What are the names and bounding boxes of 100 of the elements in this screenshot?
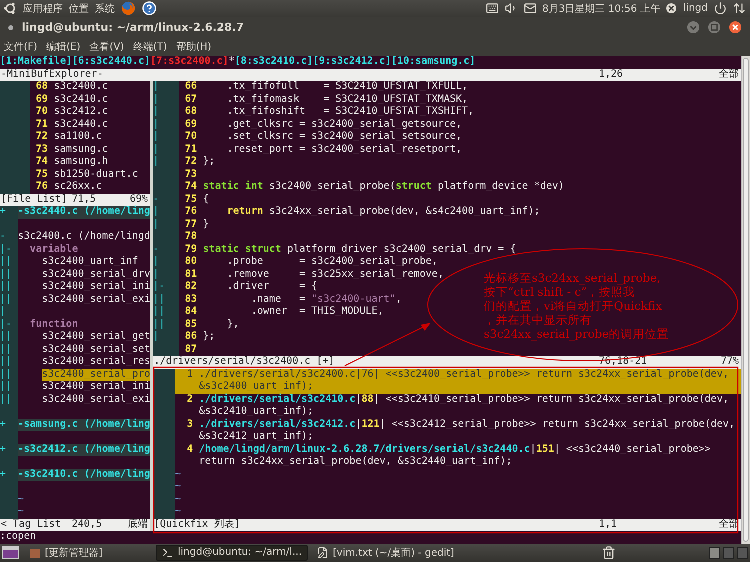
file-name[interactable]: s3c2400.c	[54, 81, 108, 94]
tag-item[interactable]: s3c2400_serial_drv	[42, 268, 150, 281]
fold-marker[interactable]: -	[0, 231, 18, 244]
tag-item[interactable]: s3c2400_serial_res	[42, 356, 150, 368]
tag-file[interactable]: -s3c2440.c (/home/ling	[18, 206, 150, 218]
tag-item[interactable]: s3c2400_serial_set	[42, 344, 150, 356]
fold-marker[interactable]: |	[153, 331, 180, 344]
command-line[interactable]: :copen	[0, 531, 741, 544]
network-icon[interactable]	[733, 2, 746, 15]
quickfix-entry[interactable]: ./drivers/serial/s3c2400.c|76| <<s3c2400_serial_probe>> return s3c24xx_serial_probe(dev, &s3c2400_uart_inf);	[199, 368, 741, 394]
menu-item[interactable]: 编辑(E)	[46, 40, 81, 54]
tag-file[interactable]: -s3c2410.c (/home/ling	[18, 468, 150, 481]
user-status-icon[interactable]	[666, 3, 678, 14]
fold-marker[interactable]: |-	[0, 244, 18, 256]
fold-marker[interactable]: ||	[0, 368, 18, 381]
fold-marker[interactable]: ||	[0, 268, 18, 281]
mail-icon[interactable]	[524, 2, 536, 15]
taskbar-item[interactable]: [更新管理器]	[23, 544, 153, 561]
menu-item[interactable]: 查看(V)	[90, 40, 124, 54]
fold-marker[interactable]: |	[153, 106, 180, 118]
workspace-icon[interactable]	[709, 546, 720, 559]
scrollbar[interactable]	[741, 56, 750, 544]
fold-marker[interactable]: ||	[0, 256, 18, 268]
fold-marker[interactable]: |	[153, 118, 180, 131]
fold-marker[interactable]: |	[153, 144, 180, 156]
fold-marker[interactable]: ||	[0, 344, 18, 356]
buffer-tab[interactable]: [8:s3c2410.c]	[234, 56, 314, 68]
fold-marker[interactable]: +	[0, 468, 18, 481]
fold-marker[interactable]: |	[153, 156, 180, 168]
fold-marker[interactable]: |	[153, 268, 180, 281]
fold-marker[interactable]: -	[153, 244, 180, 256]
menu-item[interactable]: 文件(F)	[4, 40, 38, 54]
tag-item[interactable]: s3c2400_serial_get	[42, 331, 150, 344]
browser-icon[interactable]	[121, 1, 136, 16]
file-name[interactable]: samsung.h	[54, 156, 108, 168]
fold-marker[interactable]: |	[153, 256, 180, 268]
menu-item[interactable]: 终端(T)	[133, 40, 168, 54]
fold-marker[interactable]: |	[153, 206, 180, 218]
fold-marker[interactable]: ||	[153, 318, 180, 331]
power-icon[interactable]	[714, 2, 727, 15]
buffer-tab[interactable]: [1:Makefile]	[0, 56, 72, 68]
tag-item[interactable]: s3c2400_serial_ini	[42, 281, 150, 294]
tag-item[interactable]: s3c2400_uart_inf	[42, 256, 138, 268]
window-menu-icon[interactable]	[8, 24, 14, 30]
tag-group[interactable]: variable	[30, 244, 78, 256]
fold-marker[interactable]: ||	[0, 331, 18, 344]
logo-icon[interactable]	[4, 2, 17, 15]
clock[interactable]: 8月3日星期三 10:56 上午	[542, 2, 660, 16]
fold-marker[interactable]: ||	[0, 394, 18, 406]
user-name[interactable]: lingd	[683, 3, 708, 14]
fold-marker[interactable]: +	[0, 418, 18, 431]
tag-file[interactable]: -s3c2412.c (/home/ling	[18, 444, 150, 456]
menu-item[interactable]: 帮助(H)	[176, 40, 212, 54]
buffer-tab[interactable]: [6:s3c2440.c]	[72, 56, 151, 68]
file-name[interactable]: s3c2412.c	[54, 106, 108, 118]
trash-icon[interactable]	[602, 546, 616, 560]
tag-file[interactable]: s3c2400.c (/home/lingd	[18, 231, 150, 244]
panel-menu[interactable]: 位置	[69, 2, 89, 16]
file-name[interactable]: sc26xx.c	[54, 181, 102, 194]
fold-marker[interactable]: +	[0, 206, 18, 218]
tag-item[interactable]: s3c2400_serial_pro	[42, 368, 150, 381]
scroll-thumb[interactable]	[743, 58, 749, 542]
panel-menu[interactable]: 系统	[95, 2, 115, 16]
file-name[interactable]: sb1250-duart.c	[54, 168, 138, 181]
tag-file[interactable]: -samsung.c (/home/ling	[18, 418, 150, 431]
fold-marker[interactable]: -	[153, 194, 180, 206]
maximize-icon[interactable]	[708, 21, 721, 34]
taskbar-item[interactable]: [vim.txt (~/桌面) - gedit]	[311, 544, 460, 561]
fold-marker[interactable]: |-	[0, 318, 18, 331]
volume-icon[interactable]	[504, 2, 518, 15]
keyboard-icon[interactable]	[486, 2, 498, 15]
buffer-tab[interactable]: [7:s3c2400.c]	[150, 56, 229, 68]
quickfix-entry[interactable]: /home/lingd/arm/linux-2.6.28.7/drivers/serial/s3c2440.c|151| <<s3c2440_serial_probe>> return s3c24xx_serial_probe(dev, &s3c2440_uart_inf);	[199, 444, 741, 468]
quickfix-entry[interactable]: ./drivers/serial/s3c2412.c|121| <<s3c2412_serial_probe>> return s3c24xx_serial_probe(dev, &s3c2412_uart_inf);	[199, 418, 741, 444]
help-icon[interactable]	[142, 1, 157, 16]
show-desktop-icon[interactable]	[2, 546, 20, 560]
fold-marker[interactable]: |	[153, 94, 180, 106]
fold-marker[interactable]: ||	[153, 306, 180, 318]
close-icon[interactable]	[729, 21, 742, 34]
file-name[interactable]: s3c2440.c	[54, 118, 108, 131]
fold-marker[interactable]: |	[0, 306, 18, 318]
file-name[interactable]: s3c2410.c	[54, 94, 108, 106]
quickfix-entry[interactable]: ./drivers/serial/s3c2410.c|88| <<s3c2410_serial_probe>> return s3c24xx_serial_probe(dev, &s3c2410_uart_inf);	[199, 394, 741, 418]
buffer-tab[interactable]: [10:samsung.c]	[391, 56, 476, 68]
fold-marker[interactable]: |	[153, 218, 180, 231]
tag-item[interactable]: s3c2400_serial_ini	[42, 381, 150, 394]
fold-marker[interactable]: ||	[0, 294, 18, 306]
fold-marker[interactable]: +	[0, 444, 18, 456]
buffer-tab[interactable]: [9:s3c2412.c]	[313, 56, 392, 68]
file-name[interactable]: samsung.c	[54, 144, 108, 156]
taskbar-item[interactable]: lingd@ubuntu: ~/arm/l...	[156, 544, 308, 561]
panel-menu[interactable]: 应用程序	[23, 2, 63, 16]
minimize-icon[interactable]	[687, 21, 700, 34]
file-name[interactable]: sa1100.c	[54, 131, 102, 144]
fold-marker[interactable]: ||	[0, 281, 18, 294]
fold-marker[interactable]: |	[153, 81, 180, 94]
fold-marker[interactable]: ||	[153, 294, 180, 306]
fold-marker[interactable]: ||	[0, 381, 18, 394]
fold-marker[interactable]: |-	[153, 281, 180, 294]
tag-item[interactable]: s3c2400_serial_exi	[42, 294, 150, 306]
